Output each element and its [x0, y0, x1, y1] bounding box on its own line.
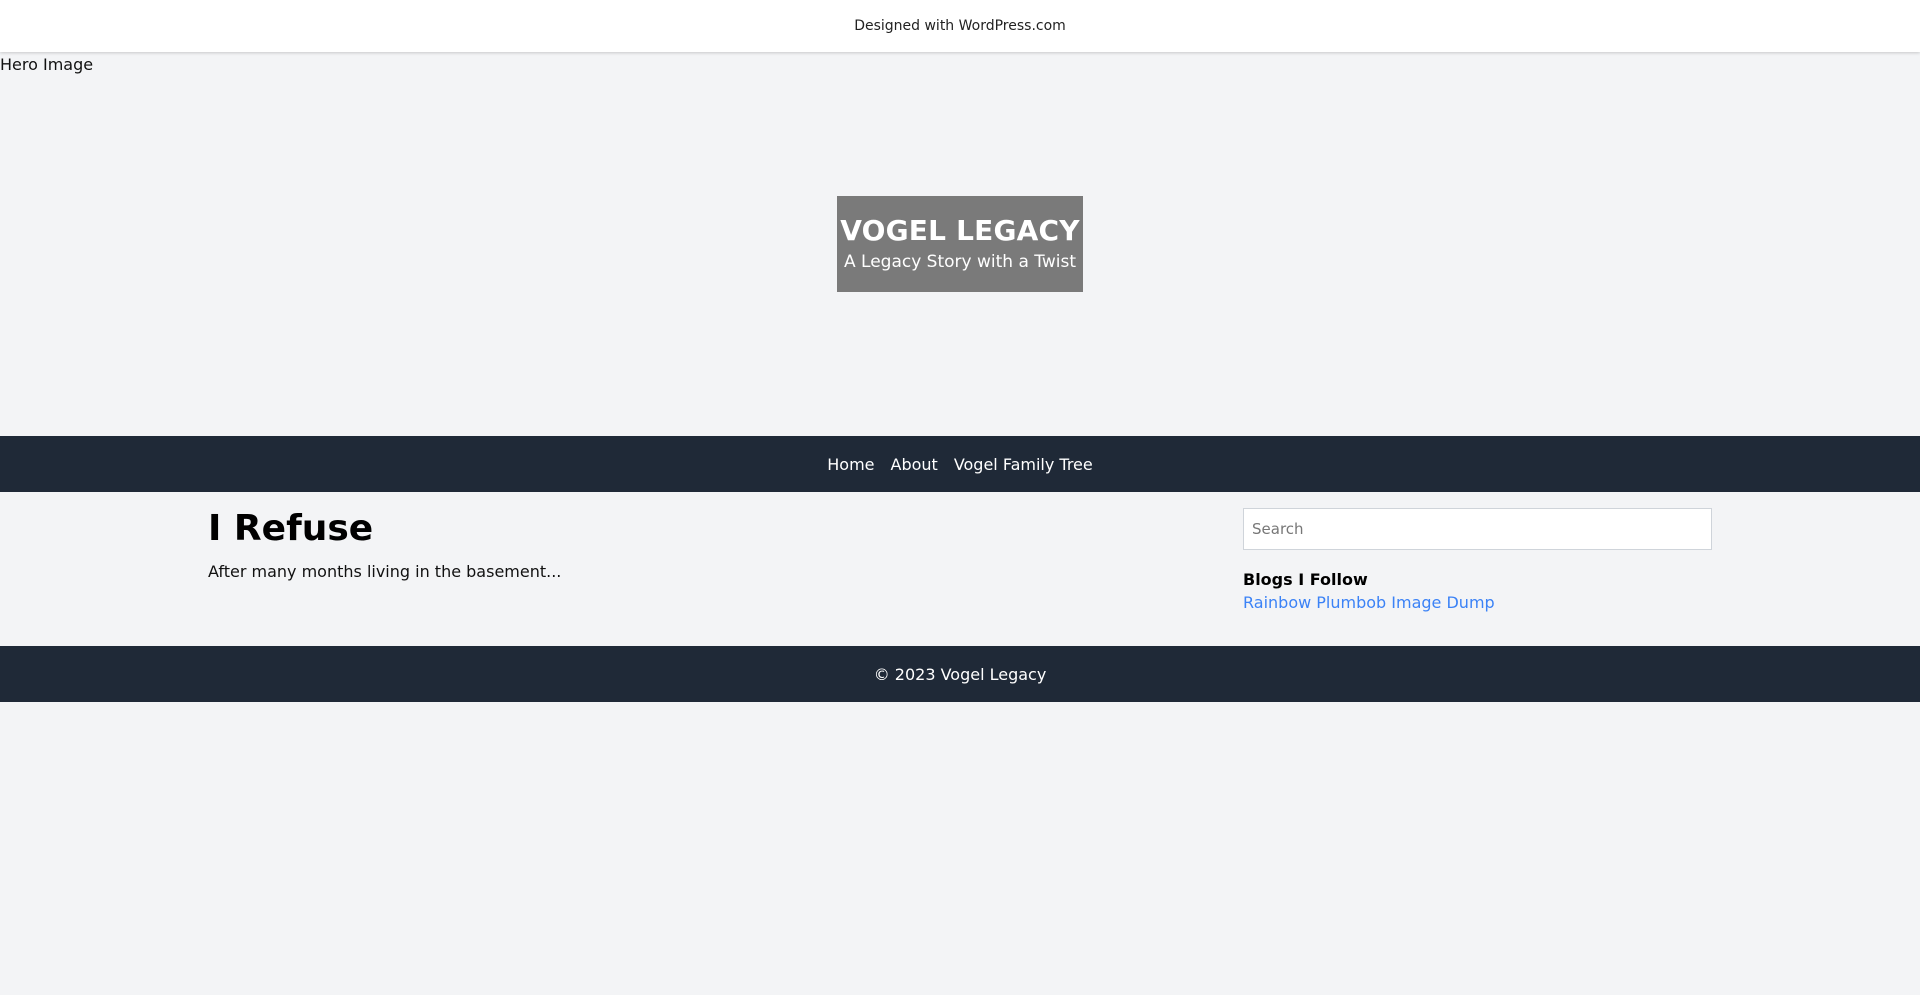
site-tagline: A Legacy Story with a Twist [843, 252, 1076, 272]
footer-copyright: © 2023 Vogel Legacy [873, 664, 1047, 684]
nav-item-vogel-family-tree[interactable]: Vogel Family Tree [954, 455, 1093, 474]
site-branding[interactable]: VOGEL LEGACY A Legacy Story with a Twist [837, 196, 1083, 292]
site-footer: © 2023 Vogel Legacy [0, 646, 1920, 702]
main-navigation: Home About Vogel Family Tree [0, 436, 1920, 492]
wordpress-credit-link[interactable]: Designed with WordPress.com [854, 18, 1066, 34]
sidebar: Blogs I Follow Rainbow Plumbob Image Dum… [1243, 508, 1712, 612]
hero-section: Hero Image VOGEL LEGACY A Legacy Story w… [0, 52, 1920, 436]
main-content: I Refuse After many months living in the… [0, 492, 1920, 646]
site-title[interactable]: VOGEL LEGACY [840, 214, 1080, 248]
nav-item-about[interactable]: About [891, 455, 938, 474]
post-title[interactable]: I Refuse [208, 506, 1148, 552]
nav-item-home[interactable]: Home [827, 455, 874, 474]
search-input[interactable] [1243, 508, 1712, 550]
post: I Refuse After many months living in the… [208, 506, 1148, 581]
post-excerpt: After many months living in the basement… [208, 562, 562, 581]
blogs-i-follow-heading: Blogs I Follow [1243, 570, 1368, 589]
followed-blog-link[interactable]: Rainbow Plumbob Image Dump [1243, 593, 1712, 612]
top-bar: Designed with WordPress.com [0, 0, 1920, 52]
hero-image-alt-text: Hero Image [0, 55, 94, 74]
